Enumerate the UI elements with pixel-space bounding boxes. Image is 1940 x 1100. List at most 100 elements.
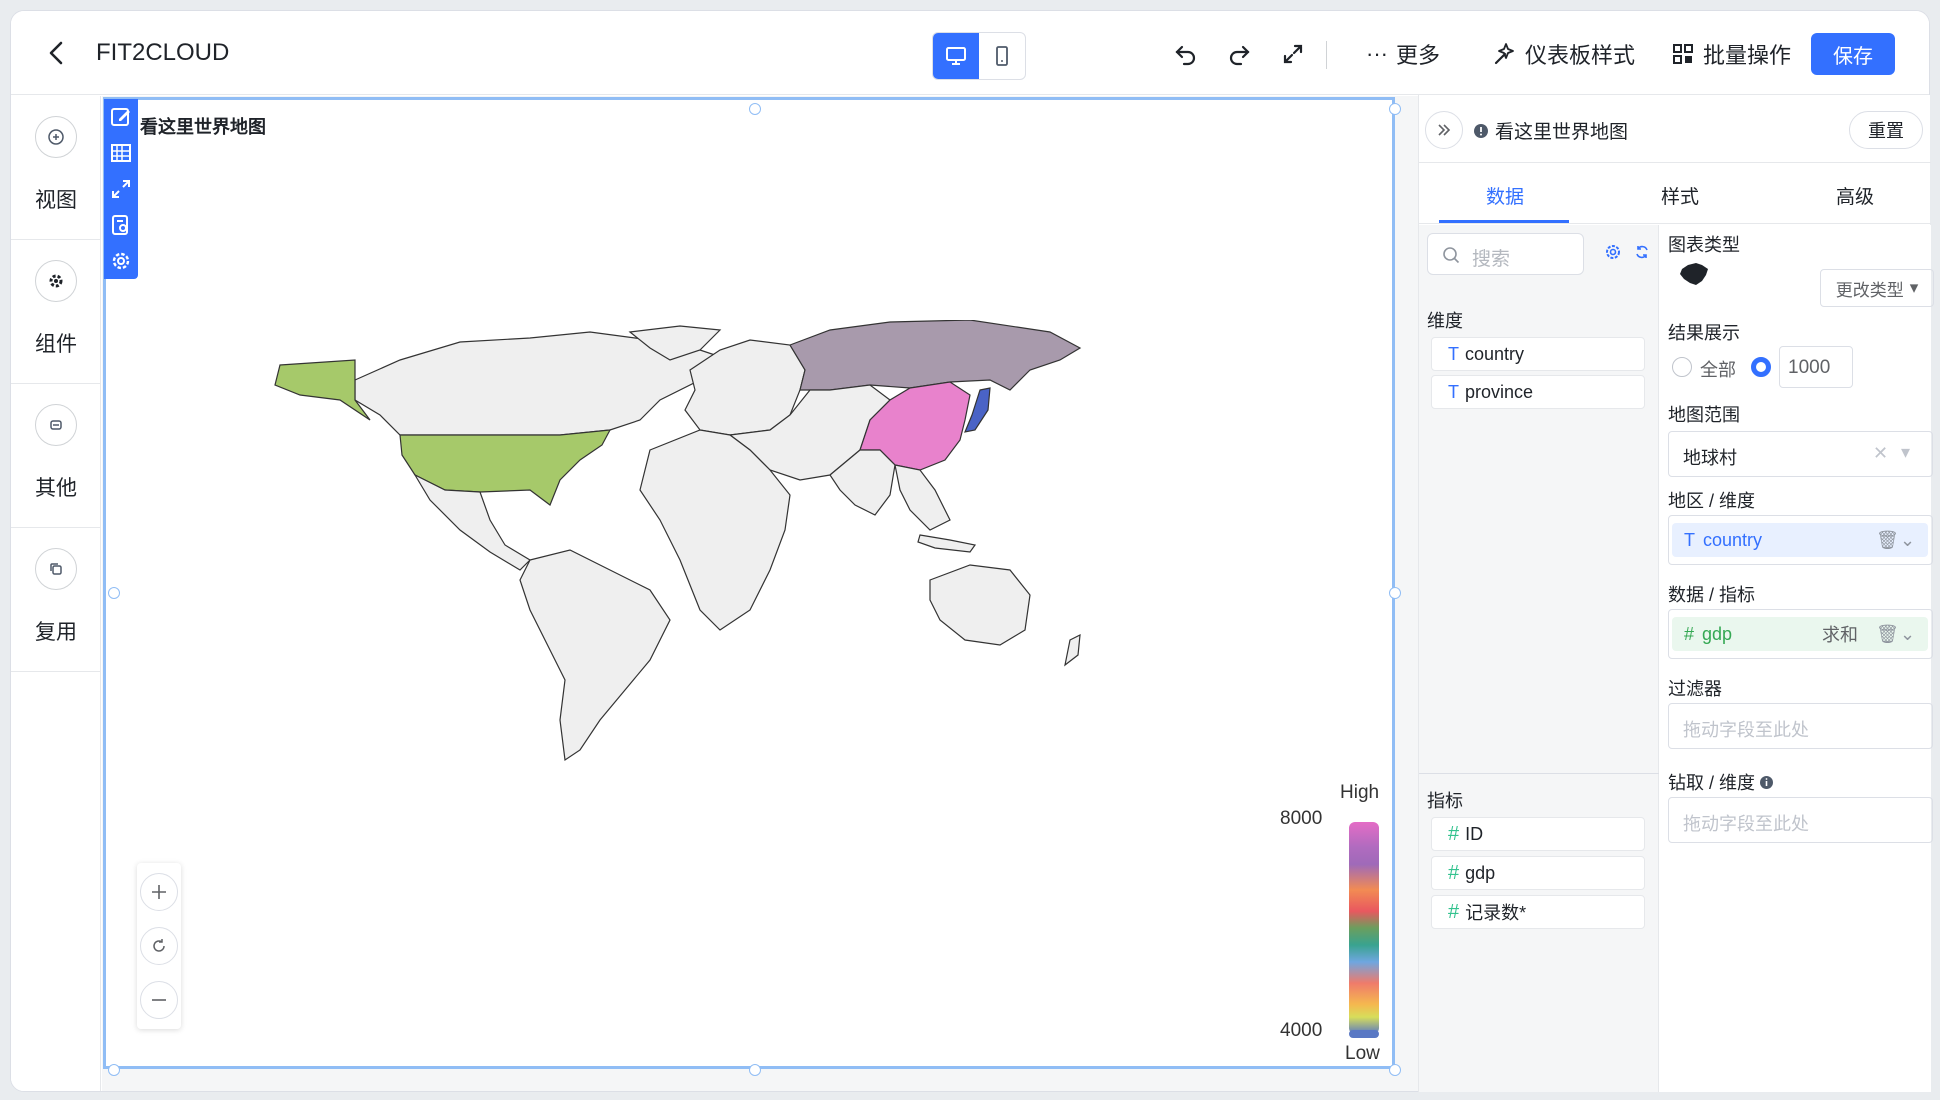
number-type-icon: # xyxy=(1684,623,1695,644)
mobile-icon xyxy=(996,46,1008,66)
chart-toolbar xyxy=(104,99,138,279)
legend-low-label: Low xyxy=(1345,1043,1380,1064)
grid-icon xyxy=(1673,44,1693,64)
magic-wand-icon xyxy=(1494,43,1514,65)
desktop-icon xyxy=(946,47,966,65)
reset-button[interactable]: 重置 xyxy=(1849,111,1923,149)
filter-dropzone[interactable]: 拖动字段至此处 xyxy=(1668,703,1933,749)
enlarge-icon[interactable] xyxy=(109,177,133,201)
metric-field-gdp[interactable]: # gdp xyxy=(1431,856,1645,890)
chevron-down-icon[interactable]: ⌄ xyxy=(1900,624,1915,645)
more-button[interactable]: ··· 更多 xyxy=(1366,39,1440,69)
china-map-type-icon xyxy=(1680,263,1708,285)
chart-title: 看这里世界地图 xyxy=(140,117,266,137)
country-shape-south-america xyxy=(519,549,671,762)
refresh-fields-icon[interactable] xyxy=(1633,243,1651,261)
tab-style[interactable]: 样式 xyxy=(1661,182,1699,209)
zoom-out-button[interactable] xyxy=(140,981,178,1019)
resize-handle[interactable] xyxy=(749,103,761,115)
sidebar-item-label: 复用 xyxy=(35,621,77,644)
chart-config: 图表类型 更改类型 ▾ 结果展示 全部 1000 地图范围 地球村 ✕ ▾ 地区 … xyxy=(1660,225,1934,1092)
resize-handle[interactable] xyxy=(108,587,120,599)
metric-field-id[interactable]: # ID xyxy=(1431,817,1645,851)
panel-tabs: 数据 样式 高级 xyxy=(1419,164,1931,224)
text-type-icon: T xyxy=(1448,381,1459,402)
edit-icon[interactable] xyxy=(109,105,133,129)
data-metric-label: 数据 / 指标 xyxy=(1668,585,1756,605)
result-count-input[interactable]: 1000 xyxy=(1779,346,1853,388)
tab-advanced[interactable]: 高级 xyxy=(1836,182,1874,209)
fullscreen-icon[interactable] xyxy=(1278,39,1308,69)
legend-max-value: 8000 xyxy=(1280,808,1323,829)
resize-handle[interactable] xyxy=(1389,1064,1401,1076)
double-chevron-right-icon xyxy=(1438,124,1451,136)
clear-icon[interactable]: ✕ xyxy=(1873,443,1888,464)
panel-title: 看这里世界地图 xyxy=(1473,117,1628,144)
chevron-down-icon[interactable]: ⌄ xyxy=(1900,530,1915,551)
section-splitter[interactable] xyxy=(1419,773,1659,774)
resize-handle[interactable] xyxy=(108,1064,120,1076)
plus-circle-icon xyxy=(35,116,77,158)
legend-high-label: High xyxy=(1340,782,1380,803)
back-icon[interactable] xyxy=(41,37,73,69)
sidebar-item-view[interactable]: 视图 xyxy=(11,96,101,240)
dimension-field-province[interactable]: Tprovince xyxy=(1431,375,1645,409)
map-range-select[interactable]: 地球村 ✕ ▾ xyxy=(1668,431,1933,477)
tab-data[interactable]: 数据 xyxy=(1486,182,1524,209)
data-metric-tag[interactable]: # gdp 求和 🗑 ⌄ xyxy=(1672,617,1928,651)
field-list: 搜索 维度 Tcountry Tprovince 指标 # ID # gdp # 记录… xyxy=(1419,225,1659,1092)
gear-icon xyxy=(35,260,77,302)
copy-icon xyxy=(35,548,77,590)
right-panel: 看这里世界地图 重置 数据 样式 高级 搜索 维度 Tcountry Tprov… xyxy=(1418,95,1934,1092)
batch-operation-button[interactable]: 批量操作 xyxy=(1671,39,1791,69)
zoom-reset-button[interactable] xyxy=(140,927,178,965)
field-search-input[interactable]: 搜索 xyxy=(1427,233,1584,275)
sidebar-item-component[interactable]: 组件 xyxy=(11,240,101,384)
metric-field-record-count[interactable]: # 记录数* xyxy=(1431,895,1645,929)
drill-label: 钻取 / 维度 xyxy=(1668,769,1774,795)
delete-icon[interactable]: 🗑 xyxy=(1876,530,1899,551)
zoom-in-button[interactable] xyxy=(140,873,178,911)
sidebar-item-other[interactable]: 其他 xyxy=(11,384,101,528)
drill-dropzone[interactable]: 拖动字段至此处 xyxy=(1668,797,1933,843)
detail-icon[interactable] xyxy=(109,213,133,237)
country-shape-russia xyxy=(789,320,1082,391)
resize-handle[interactable] xyxy=(749,1064,761,1076)
app-title: FIT2CLOUD xyxy=(96,39,230,66)
mobile-view-button[interactable] xyxy=(979,33,1025,79)
redo-icon[interactable] xyxy=(1224,39,1254,69)
settings-icon[interactable] xyxy=(109,249,133,273)
header-divider xyxy=(1326,41,1327,69)
search-icon xyxy=(1443,247,1460,264)
radio-all-label: 全部 xyxy=(1700,360,1736,380)
country-shape-se-asia xyxy=(894,464,951,531)
info-icon xyxy=(1474,123,1488,138)
radio-all[interactable] xyxy=(1672,357,1692,377)
save-button[interactable]: 保存 xyxy=(1811,33,1895,75)
field-settings-icon[interactable] xyxy=(1604,243,1622,261)
sidebar-item-label: 组件 xyxy=(35,333,77,356)
caret-down-icon: ▾ xyxy=(1909,278,1919,297)
dimension-field-country[interactable]: Tcountry xyxy=(1431,337,1645,371)
world-map[interactable] xyxy=(230,320,1290,880)
change-type-dropdown[interactable]: 更改类型 ▾ xyxy=(1820,269,1934,307)
panel-header: 看这里世界地图 重置 xyxy=(1419,95,1931,163)
sidebar-item-reuse[interactable]: 复用 xyxy=(11,528,101,672)
resize-handle[interactable] xyxy=(1389,587,1401,599)
layout-icon[interactable] xyxy=(109,141,133,165)
country-shape-indonesia xyxy=(917,534,977,553)
text-type-icon: T xyxy=(1448,343,1459,364)
delete-icon[interactable]: 🗑 xyxy=(1876,624,1899,645)
radio-limit[interactable] xyxy=(1751,357,1771,377)
desktop-view-button[interactable] xyxy=(933,33,979,79)
undo-icon[interactable] xyxy=(1171,39,1201,69)
area-dimension-tag[interactable]: T country 🗑 ⌄ xyxy=(1672,523,1928,557)
dimension-section-label: 维度 xyxy=(1427,311,1463,331)
text-type-icon: T xyxy=(1684,529,1695,550)
plus-icon xyxy=(152,885,166,899)
collapse-panel-button[interactable] xyxy=(1425,111,1463,149)
legend-handle-bottom[interactable] xyxy=(1349,1030,1379,1038)
dashboard-style-button[interactable]: 仪表板样式 xyxy=(1491,39,1635,69)
resize-handle[interactable] xyxy=(1389,103,1401,115)
metric-section-label: 指标 xyxy=(1427,791,1463,811)
